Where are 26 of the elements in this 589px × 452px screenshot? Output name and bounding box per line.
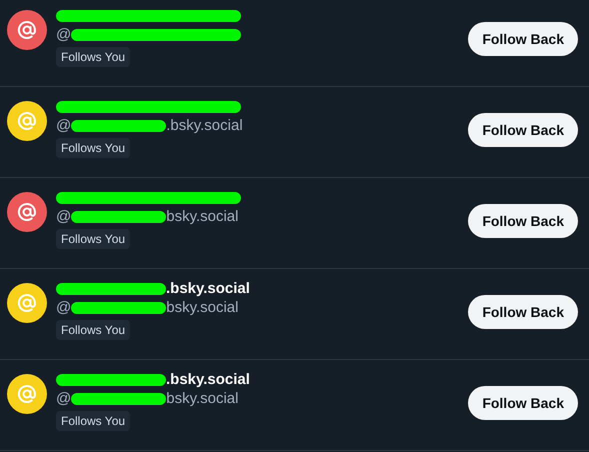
- follow-back-button[interactable]: Follow Back: [468, 22, 578, 56]
- at-sign-icon: [17, 384, 37, 404]
- at-sign-icon: [17, 202, 37, 222]
- follow-back-button[interactable]: Follow Back: [468, 113, 578, 147]
- handle-prefix: @: [56, 117, 72, 134]
- handle-prefix: @: [56, 390, 72, 407]
- follows-you-badge: Follows You: [56, 138, 130, 158]
- at-sign-icon: [17, 293, 37, 313]
- follow-back-button[interactable]: Follow Back: [468, 204, 578, 238]
- handle-prefix: @: [56, 299, 72, 316]
- display-name: .bsky.social: [166, 371, 250, 388]
- follows-you-badge: Follows You: [56, 320, 130, 340]
- user-handle: bsky.social: [166, 299, 238, 316]
- user-handle: bsky.social: [166, 208, 238, 225]
- user-handle: .bsky.social: [166, 117, 243, 134]
- user-handle: bsky.social: [166, 390, 238, 407]
- handle-prefix: @: [56, 26, 72, 43]
- follows-you-badge: Follows You: [56, 47, 130, 67]
- follow-back-button[interactable]: Follow Back: [468, 386, 578, 420]
- follow-back-button[interactable]: Follow Back: [468, 295, 578, 329]
- at-sign-icon: [17, 111, 37, 131]
- at-sign-icon: [17, 20, 37, 40]
- follows-you-badge: Follows You: [56, 411, 130, 431]
- follows-you-badge: Follows You: [56, 229, 130, 249]
- handle-prefix: @: [56, 208, 72, 225]
- display-name: .bsky.social: [166, 280, 250, 297]
